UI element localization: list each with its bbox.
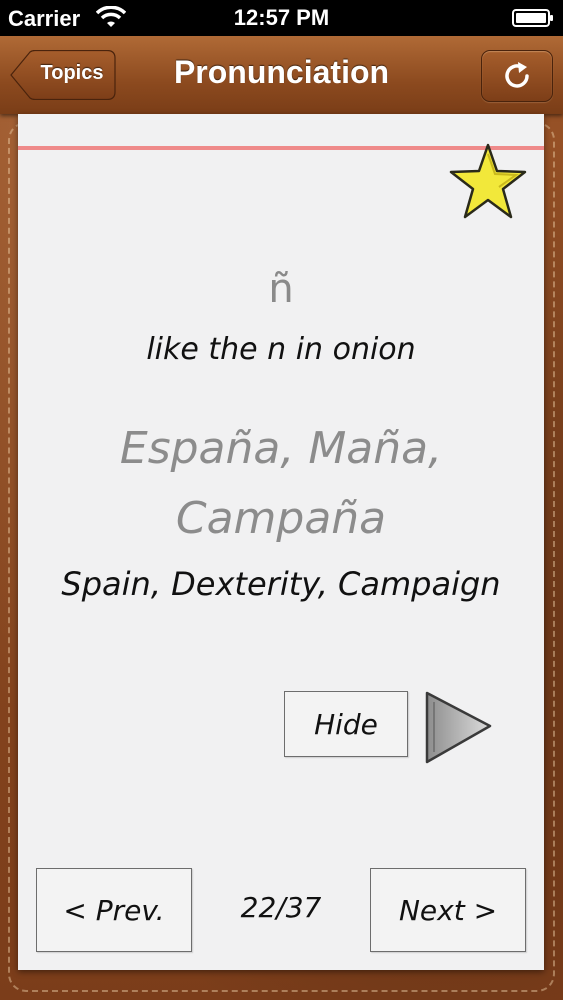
- refresh-button[interactable]: [481, 50, 553, 102]
- play-icon[interactable]: [422, 688, 496, 766]
- pronunciation-hint: like the n in onion: [146, 332, 416, 367]
- prev-button[interactable]: < Prev.: [36, 868, 192, 952]
- hide-button[interactable]: Hide: [284, 691, 408, 757]
- pronunciation-letter: ñ: [268, 266, 294, 312]
- flashcard: ñ like the n in onion España, Maña, Camp…: [18, 114, 544, 970]
- star-icon[interactable]: [448, 142, 528, 222]
- next-button[interactable]: Next >: [370, 868, 526, 952]
- navigation-bar: Topics Pronunciation: [0, 36, 563, 114]
- battery-icon: [512, 9, 553, 27]
- app-screen: Carrier 12:57 PM Topics Pronunciation ñ …: [0, 0, 563, 1000]
- example-translation: Spain, Dexterity, Campaign: [61, 565, 501, 603]
- status-time: 12:57 PM: [233, 5, 330, 30]
- example-words: España, Maña, Campaña: [119, 423, 443, 544]
- page-title: Pronunciation: [173, 54, 390, 90]
- card-counter: 22/37: [240, 891, 322, 924]
- refresh-icon: [505, 62, 529, 88]
- status-bar: Carrier 12:57 PM: [0, 0, 563, 36]
